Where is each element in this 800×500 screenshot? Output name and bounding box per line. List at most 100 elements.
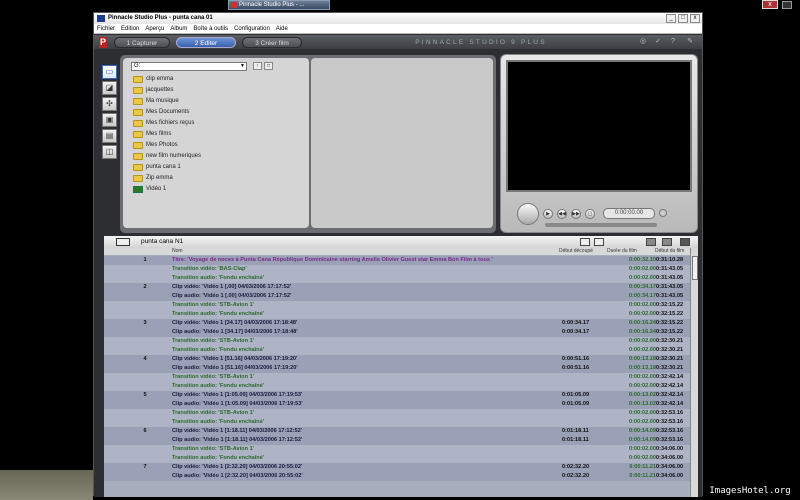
brand-label: PINNACLE STUDIO 9 PLUS [415,39,547,46]
table-row[interactable]: Clip audio: 'Vidéo 1 [1:05.09] 04/03/200… [104,400,690,409]
path-select[interactable]: G: ▼ [131,62,247,71]
transitions-tab-icon[interactable]: ◪ [102,81,117,95]
tab-creer-film[interactable]: 3 Créer film [242,37,302,48]
menu-apercu[interactable]: Aperçu [142,24,167,34]
settings-icon[interactable]: ✓ [654,38,662,46]
column-cut[interactable]: Début découpé [559,248,593,255]
vertical-scrollbar[interactable] [690,248,698,497]
row-number: 3 [143,320,147,326]
column-name[interactable]: Nom [172,248,183,255]
titles-tab-icon[interactable]: ✣ [102,97,117,111]
minimize-button[interactable]: _ [666,14,676,23]
row-name: Clip vidéo: 'Vidéo 1 [2:32.20] 04/03/200… [172,464,303,470]
folder-icon [133,120,143,127]
list-item[interactable]: punta cana 1 [133,162,181,172]
table-row[interactable]: Clip audio: 'Vidéo 1 [1:18.11] 04/03/200… [104,436,690,445]
video-tab-icon[interactable]: ▭ [102,65,117,79]
row-cut: 0:00:51.16 [562,356,590,362]
info-icon[interactable]: ? [669,38,677,46]
folder-label: punta cana 1 [146,164,181,170]
sound-tab-icon[interactable]: ◫ [102,145,117,159]
list-item[interactable]: Mes films [133,129,171,139]
list-item[interactable]: Mes Photos [133,140,178,150]
close-icon[interactable]: x [762,0,778,9]
table-row[interactable]: 3 Clip vidéo: 'Vidéo 1 [34.17] 04/03/2006… [104,319,690,328]
desktop-background [0,470,93,500]
table-row[interactable]: Transition audio: 'Fondu enchaîné' 0:00:0… [104,310,690,319]
rewind-icon[interactable]: ◀◀ [557,209,567,219]
menu-fichier[interactable]: Fichier [94,24,118,34]
row-name: Clip vidéo: 'Vidéo 1 [34.17] 04/03/2006 … [172,320,298,326]
taskbar-app-button[interactable]: Pinnacle Studio Plus - ... [228,0,330,10]
menu-edition[interactable]: Edition [118,24,142,34]
split-icon[interactable] [580,238,590,246]
list-item[interactable]: Zip emma [133,173,173,183]
maximize-button[interactable]: □ [678,14,688,23]
list-item[interactable]: Mes Documents [133,107,189,117]
scrubber[interactable] [545,223,657,227]
column-duration[interactable]: Durée du film [607,248,637,255]
storyboard-view-icon[interactable] [646,238,656,246]
table-row[interactable]: Clip audio: 'Vidéo 1 [51.16] 04/03/2006 … [104,364,690,373]
table-row[interactable]: Transition audio: 'Fondu enchaîné' 0:00:0… [104,274,690,283]
timeline-view-icon[interactable] [662,238,672,246]
list-item[interactable]: Ma musique [133,96,179,106]
table-row[interactable]: Transition vidéo: 'STB-Avion 1' 0:00:02.0… [104,301,690,310]
table-row[interactable]: Transition audio: 'Fondu enchaîné' 0:00:0… [104,418,690,427]
menus-tab-icon[interactable]: ▤ [102,129,117,143]
table-row[interactable]: Transition vidéo: 'STB-Avion 1' 0:00:02.0… [104,409,690,418]
table-row[interactable]: 4 Clip vidéo: 'Vidéo 1 [51.16] 04/03/2006… [104,355,690,364]
new-folder-icon[interactable]: □ [264,62,273,70]
menu-boite-a-outils[interactable]: Boîte à outils [190,24,231,34]
folder-up-icon[interactable]: ↑ [253,62,262,70]
menu-album[interactable]: Album [167,24,190,34]
tab-editer[interactable]: 2 Editer [176,37,236,48]
album-left-page: G: ▼ ↑ □ clip emma jacquettes Ma musique … [123,58,309,228]
table-row[interactable]: 5 Clip vidéo: 'Vidéo 1 [1:05.09] 04/03/20… [104,391,690,400]
table-row[interactable]: 2 Clip vidéo: 'Vidéo 1 [.00] 04/03/2006 1… [104,283,690,292]
table-row[interactable]: Clip audio: 'Vidéo 1 [2:32.20] 04/03/200… [104,472,690,481]
list-item[interactable]: Vidéo 1 [133,184,166,194]
table-row[interactable]: Transition vidéo: 'STB-Avion 1' 0:00:02.0… [104,337,690,346]
scroll-thumb[interactable] [692,256,698,280]
close-button[interactable]: x [690,14,700,23]
camera-icon[interactable] [116,238,130,246]
table-row[interactable]: Transition vidéo: 'STB-Avion 1' 0:00:02.0… [104,373,690,382]
row-duration: 0:00:02.00 [628,446,656,452]
table-row[interactable]: Transition vidéo: 'STB-Avion 1' 0:00:02.0… [104,445,690,454]
timecode-display[interactable]: 0:00:00.00 [603,208,655,219]
photos-tab-icon[interactable]: ▣ [102,113,117,127]
tools-icon[interactable]: ✎ [686,38,694,46]
row-duration: 0:00:34.17 [628,293,656,299]
menu-aide[interactable]: Aide [273,24,291,34]
trash-icon[interactable] [594,238,604,246]
table-row[interactable]: Clip audio: 'Vidéo 1 [.00] 04/03/2006 17… [104,292,690,301]
list-item[interactable]: jacquettes [133,85,173,95]
player-controls: ▶ ◀◀ ▶▶ ▢ 0:00:00.00 [507,197,691,227]
table-row[interactable]: Transition audio: 'Fondu enchaîné' 0:00:0… [104,346,690,355]
row-start: 0:34:06.00 [656,455,684,461]
forward-icon[interactable]: ▶▶ [571,209,581,219]
folder-icon [133,131,143,138]
album-tabs: ▭ ◪ ✣ ▣ ▤ ◫ [102,65,119,165]
list-item[interactable]: clip emma [133,74,173,84]
list-view-icon[interactable] [680,238,690,246]
column-start[interactable]: Début du film [655,248,684,255]
row-duration: 0:00:02.00 [628,410,656,416]
table-row[interactable]: Transition audio: 'Fondu enchaîné' 0:00:0… [104,454,690,463]
help-icon[interactable]: ◎ [639,38,647,46]
play-icon[interactable]: ▶ [543,209,553,219]
tab-capturer[interactable]: 1 Capturer [114,37,170,48]
list-item[interactable]: Mes fichiers reçus [133,118,194,128]
list-item[interactable]: new film numeriques [133,151,201,161]
jog-wheel[interactable] [517,203,539,225]
table-row[interactable]: 6 Clip vidéo: 'Vidéo 1 [1:18.11] 04/03/20… [104,427,690,436]
menu-configuration[interactable]: Configuration [231,24,273,34]
table-row[interactable]: 1 Titre: 'Voyage de noces à Punta Cana Ré… [104,256,690,265]
table-row[interactable]: Clip audio: 'Vidéo 1 [34.17] 04/03/2006 … [104,328,690,337]
table-row[interactable]: Transition audio: 'Fondu enchaîné' 0:00:0… [104,382,690,391]
table-row[interactable]: Transition vidéo: 'BAS-Clap' 0:00:02.00 0:… [104,265,690,274]
table-row[interactable]: 7 Clip vidéo: 'Vidéo 1 [2:32.20] 04/03/20… [104,463,690,472]
volume-icon[interactable] [659,209,667,217]
fullscreen-icon[interactable]: ▢ [585,209,595,219]
